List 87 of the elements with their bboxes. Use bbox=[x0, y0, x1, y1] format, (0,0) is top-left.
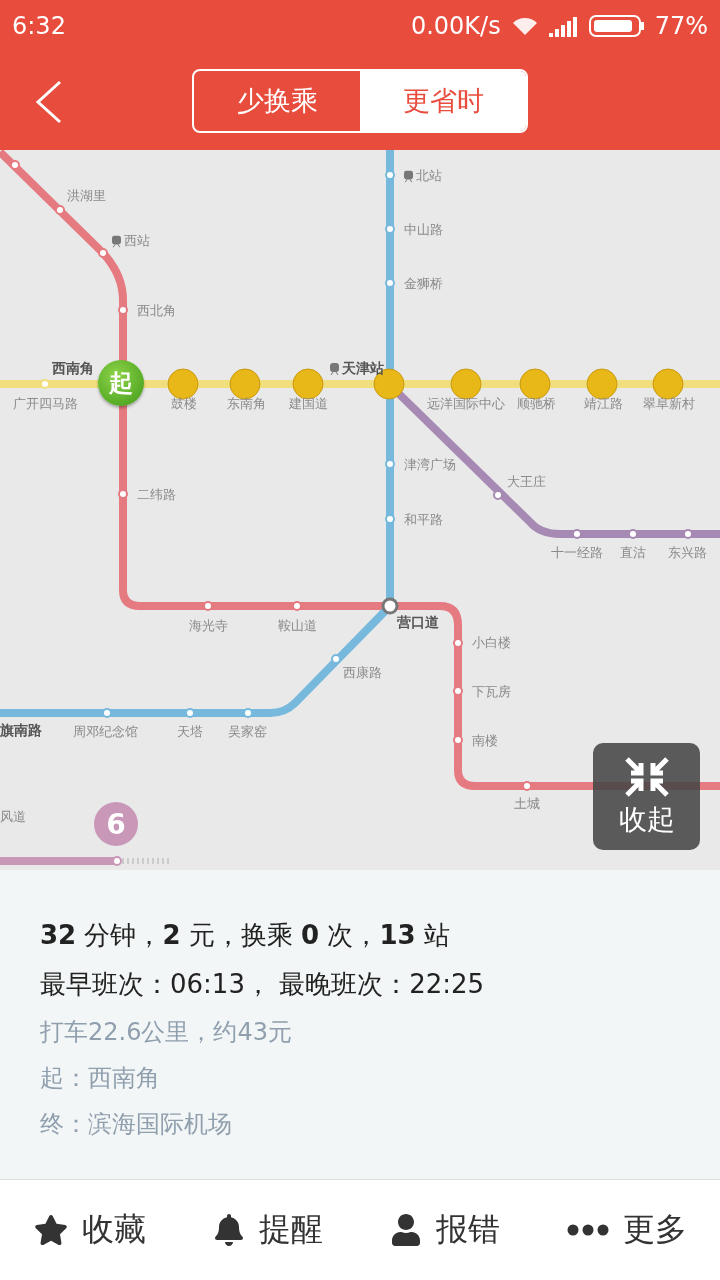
star-icon bbox=[33, 1213, 68, 1247]
collapse-icon bbox=[622, 754, 671, 799]
station-dot bbox=[118, 489, 128, 499]
station-label: 津湾广场 bbox=[404, 456, 456, 474]
more-icon bbox=[566, 1224, 609, 1236]
station-label: 大王庄 bbox=[507, 473, 546, 491]
station-dot bbox=[102, 708, 112, 718]
station-dot bbox=[331, 654, 341, 664]
line-number-badge: 6 bbox=[94, 802, 138, 846]
battery-percent: 77% bbox=[654, 12, 708, 40]
action-button[interactable]: 报错 bbox=[383, 1207, 506, 1253]
station-label: 广开四马路 bbox=[13, 395, 78, 413]
action-button[interactable]: 收藏 bbox=[27, 1207, 152, 1253]
station-label: 下瓦房 bbox=[472, 683, 511, 701]
station-label: 鞍山道 bbox=[278, 617, 317, 635]
station-dot bbox=[385, 514, 395, 524]
station-dot bbox=[118, 305, 128, 315]
station-dot bbox=[493, 490, 503, 500]
station-dot bbox=[185, 708, 195, 718]
station-dot bbox=[385, 459, 395, 469]
station-label: 二纬路 bbox=[137, 486, 176, 504]
station-dot bbox=[453, 638, 463, 648]
station-label: 西站 bbox=[112, 232, 150, 250]
station-label: 海光寺 bbox=[189, 617, 228, 635]
station-label: 营口道 bbox=[397, 614, 439, 632]
planned-line bbox=[122, 858, 172, 864]
station-dot bbox=[385, 224, 395, 234]
station-label: 直沽 bbox=[620, 544, 646, 562]
taxi-estimate: 打车22.6公里，约43元 bbox=[40, 1017, 293, 1048]
station-dot bbox=[453, 735, 463, 745]
station-dot bbox=[55, 205, 65, 215]
station-dot bbox=[40, 379, 50, 389]
start-marker: 起 bbox=[98, 360, 144, 406]
station-label: 建国道 bbox=[289, 395, 328, 413]
station-dot bbox=[292, 601, 302, 611]
route-tab[interactable]: 更省时 bbox=[360, 71, 526, 131]
bell-icon bbox=[212, 1214, 245, 1246]
station-label: 土城 bbox=[514, 795, 540, 813]
battery-icon bbox=[588, 14, 645, 38]
station-label: 洪湖里 bbox=[67, 187, 106, 205]
station-dot bbox=[10, 160, 20, 170]
station-label: 天津站 bbox=[330, 360, 384, 378]
station-dot bbox=[203, 601, 213, 611]
station-label: 翠阜新村 bbox=[643, 395, 695, 413]
collapse-button[interactable]: 收起 bbox=[593, 743, 700, 850]
station-label: 旗南路 bbox=[0, 722, 42, 740]
route-summary: 32 分钟，2 元，换乘 0 次，13 站 bbox=[40, 919, 451, 952]
station-dot bbox=[243, 708, 253, 718]
destination-text: 终：滨海国际机场 bbox=[40, 1109, 233, 1140]
station-label: 金狮桥 bbox=[404, 275, 443, 293]
station-label: 远洋国际中心 bbox=[427, 395, 505, 413]
station-label: 北站 bbox=[404, 167, 442, 185]
station-label: 顺驰桥 bbox=[517, 395, 556, 413]
station-label: 靖江路 bbox=[584, 395, 623, 413]
network-speed: 0.00K/s bbox=[410, 12, 501, 40]
station-label: 风道 bbox=[0, 808, 26, 826]
station-dot bbox=[628, 529, 638, 539]
station-dot bbox=[385, 170, 395, 180]
station-label: 吴家窑 bbox=[228, 723, 267, 741]
station-dot bbox=[453, 686, 463, 696]
signal-icon bbox=[548, 15, 579, 37]
station-dot bbox=[98, 248, 108, 258]
station-label: 西北角 bbox=[137, 302, 176, 320]
station-label: 和平路 bbox=[404, 511, 443, 529]
station-label: 南楼 bbox=[472, 732, 498, 750]
station-dot bbox=[522, 781, 532, 791]
station-label: 天塔 bbox=[177, 723, 203, 741]
station-dot bbox=[683, 529, 693, 539]
station-dot bbox=[385, 278, 395, 288]
action-button[interactable]: 提醒 bbox=[206, 1207, 329, 1253]
station-label: 西南角 bbox=[52, 360, 94, 378]
origin-text: 起：西南角 bbox=[40, 1063, 161, 1094]
station-dot bbox=[572, 529, 582, 539]
station-label: 周邓纪念馆 bbox=[73, 723, 138, 741]
status-time: 6:32 bbox=[12, 12, 66, 40]
schedule-text: 最早班次：06:13， 最晚班次：22:25 bbox=[40, 968, 486, 1001]
station-label: 鼓楼 bbox=[171, 395, 197, 413]
station-label: 西康路 bbox=[343, 664, 382, 682]
station-dot bbox=[112, 856, 122, 866]
station-label: 中山路 bbox=[404, 221, 443, 239]
person-icon bbox=[389, 1214, 422, 1246]
action-button[interactable]: 更多 bbox=[560, 1207, 693, 1253]
route-tab[interactable]: 少换乘 bbox=[194, 71, 360, 131]
transfer-station-dot bbox=[381, 597, 399, 615]
station-label: 东南角 bbox=[227, 395, 266, 413]
station-label: 东兴路 bbox=[668, 544, 707, 562]
station-label: 小白楼 bbox=[472, 634, 511, 652]
